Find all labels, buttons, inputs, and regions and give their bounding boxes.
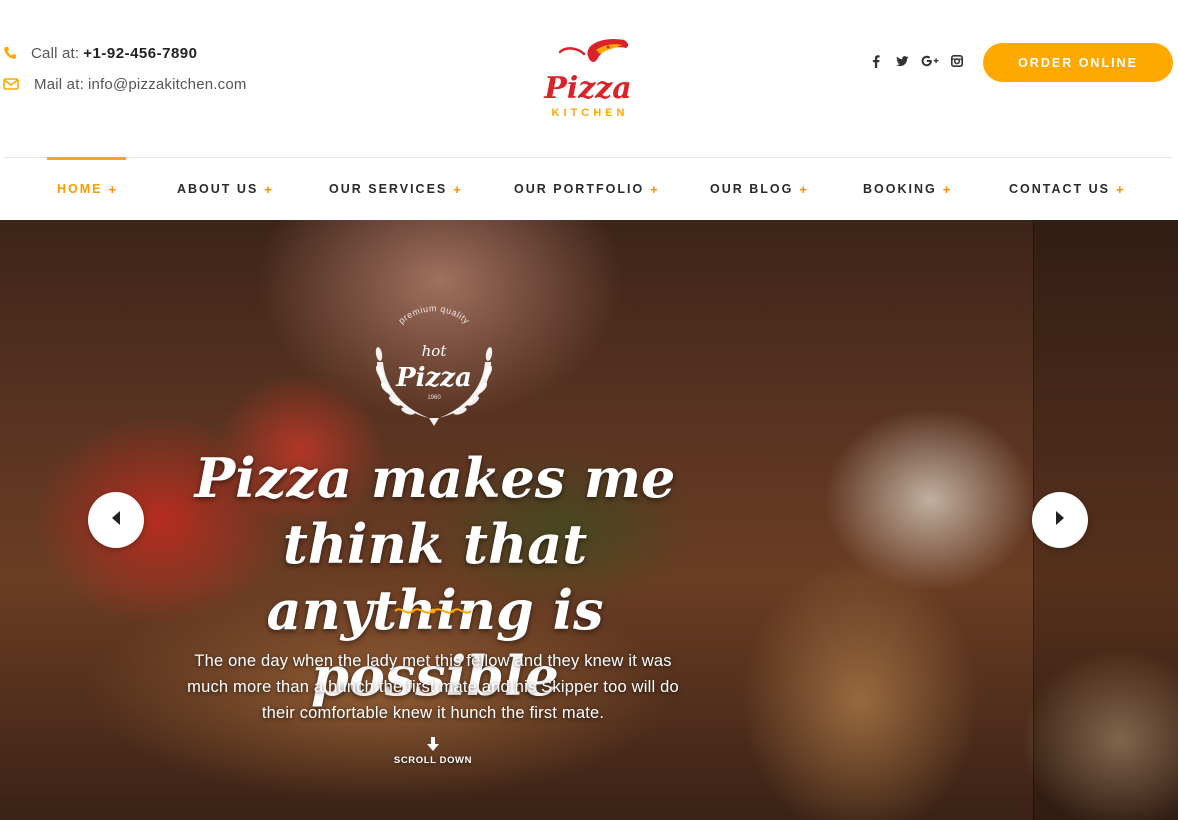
nav-item-label: HOME: [57, 182, 103, 196]
expand-icon: +: [453, 181, 461, 197]
badge-line3: 1960: [427, 395, 441, 401]
hero-description: The one day when the lady met this fello…: [187, 652, 679, 722]
site-logo[interactable]: Pizza KITCHEN: [538, 36, 638, 120]
mail-info: Mail at: info@pizzakitchen.com: [3, 74, 247, 94]
premium-quality-badge: premium quality hot Pizza 1960: [367, 292, 501, 426]
order-online-button[interactable]: ORDER ONLINE: [983, 43, 1173, 82]
social-links: [862, 52, 970, 70]
nav-item-our-services[interactable]: OUR SERVICES +: [329, 158, 461, 220]
email-address[interactable]: info@pizzakitchen.com: [88, 76, 247, 93]
call-info: Call at: +1-92-456-7890: [3, 43, 197, 63]
slider-next-button[interactable]: [1032, 492, 1088, 548]
expand-icon: +: [650, 181, 658, 197]
scroll-down-button[interactable]: SCROLL DOWN: [383, 737, 483, 766]
nav-item-contact-us[interactable]: CONTACT US +: [1009, 158, 1124, 220]
expand-icon: +: [942, 181, 951, 197]
svg-text:premium quality: premium quality: [397, 303, 472, 326]
expand-icon: +: [108, 181, 117, 197]
slider-prev-button[interactable]: [88, 492, 144, 548]
nav-item-our-blog[interactable]: OUR BLOG +: [710, 158, 807, 220]
instagram-icon[interactable]: [943, 52, 970, 70]
google-plus-icon[interactable]: [916, 52, 943, 70]
nav-item-label: OUR PORTFOLIO: [514, 182, 645, 196]
caret-left-icon: [111, 510, 121, 530]
phone-number[interactable]: +1-92-456-7890: [83, 45, 197, 62]
headline-line-1: Pizza makes me think that: [194, 446, 676, 576]
nav-item-label: CONTACT US: [1009, 182, 1111, 196]
badge-top-text: premium quality: [397, 303, 472, 326]
call-label: Call at:: [31, 44, 80, 62]
arrow-down-icon: [427, 737, 439, 751]
badge-line1: hot: [422, 342, 448, 360]
logo-subtitle: KITCHEN: [552, 107, 629, 119]
ornament-divider: [393, 604, 473, 618]
main-nav: HOME + ABOUT US + OUR SERVICES + OUR PORTFO…: [0, 157, 1178, 220]
twitter-icon[interactable]: [889, 52, 916, 70]
hero-slider: premium quality hot Pizza 1960 Pizza mak…: [0, 220, 1178, 820]
envelope-icon: [3, 74, 25, 94]
facebook-icon[interactable]: [862, 52, 889, 70]
nav-item-label: OUR BLOG: [710, 182, 794, 196]
mail-label: Mail at:: [34, 75, 84, 93]
expand-icon: +: [264, 181, 272, 197]
top-bar: Call at: +1-92-456-7890 Mail at: info@pi…: [0, 0, 1178, 157]
nav-item-label: BOOKING: [863, 182, 937, 196]
nav-item-about-us[interactable]: ABOUT US +: [177, 158, 272, 220]
scroll-down-label: SCROLL DOWN: [393, 755, 473, 766]
expand-icon: +: [1116, 181, 1124, 197]
phone-icon: [3, 43, 25, 63]
nav-item-label: OUR SERVICES: [329, 182, 448, 196]
nav-item-our-portfolio[interactable]: OUR PORTFOLIO +: [514, 158, 658, 220]
expand-icon: +: [799, 181, 807, 197]
nav-item-booking[interactable]: BOOKING +: [863, 158, 950, 220]
nav-item-label: ABOUT US: [177, 182, 259, 196]
caret-right-icon: [1055, 510, 1065, 530]
nav-item-home[interactable]: HOME +: [46, 157, 127, 220]
badge-line2: Pizza: [395, 363, 472, 393]
logo-title: Pizza: [543, 71, 631, 106]
